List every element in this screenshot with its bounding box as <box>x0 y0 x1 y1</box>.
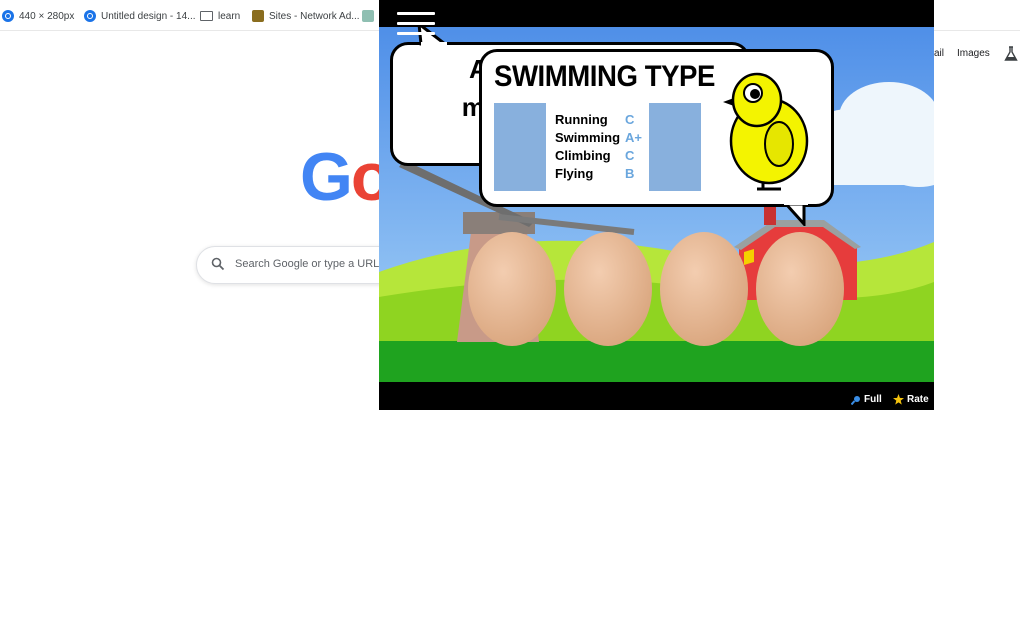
grass <box>379 341 934 382</box>
stats-list: Running C Swimming A+ Climbing C Flying … <box>555 112 642 184</box>
menu-hamburger-icon[interactable] <box>397 12 435 38</box>
fullscreen-button[interactable]: Full <box>851 394 882 405</box>
bookmark-label: 440 × 280px <box>19 10 75 22</box>
gmail-link[interactable]: ail <box>934 48 944 59</box>
game-window[interactable]: Ah! S my ma t SWIMMING TYPE Running C Sw… <box>379 0 934 410</box>
egg[interactable] <box>660 232 748 346</box>
egg[interactable] <box>468 232 556 346</box>
star-icon <box>893 394 904 405</box>
stat-row: Running C <box>555 112 635 127</box>
search-input[interactable]: Search Google or type a URL <box>235 258 379 270</box>
search-icon <box>211 257 225 271</box>
type-title: SWIMMING TYPE <box>494 60 715 93</box>
game-top-bar <box>379 0 934 27</box>
google-logo: Go <box>300 139 392 215</box>
egg[interactable] <box>564 232 652 346</box>
bookmark-label: learn <box>218 10 241 22</box>
images-link[interactable]: Images <box>957 48 990 59</box>
stat-row: Swimming A+ <box>555 130 642 145</box>
duckling-character <box>723 72 809 191</box>
bookmark-item[interactable]: learn <box>200 8 240 24</box>
stat-row: Flying B <box>555 166 635 181</box>
labs-flask-icon[interactable] <box>1004 46 1018 62</box>
rate-button[interactable]: Rate <box>893 394 929 405</box>
bookmark-item[interactable]: Sites - Network Ad... <box>252 8 360 24</box>
magnifier-icon <box>851 395 860 405</box>
bookmark-item[interactable] <box>362 8 379 24</box>
color-swatch-left <box>494 103 546 191</box>
folder-icon <box>200 11 213 21</box>
globe-icon <box>2 10 14 22</box>
color-swatch-right <box>649 103 701 191</box>
bubble-tail <box>784 204 808 226</box>
bookmark-item[interactable]: 440 × 280px <box>2 8 74 24</box>
bookmark-label: Sites - Network Ad... <box>269 10 360 22</box>
bookmark-label: Untitled design - 14... <box>101 10 196 22</box>
egg[interactable] <box>756 232 844 346</box>
site-icon <box>362 10 374 22</box>
site-icon <box>252 10 264 22</box>
stat-row: Climbing C <box>555 148 635 163</box>
bookmark-item[interactable]: Untitled design - 14... <box>84 8 196 24</box>
globe-icon <box>84 10 96 22</box>
